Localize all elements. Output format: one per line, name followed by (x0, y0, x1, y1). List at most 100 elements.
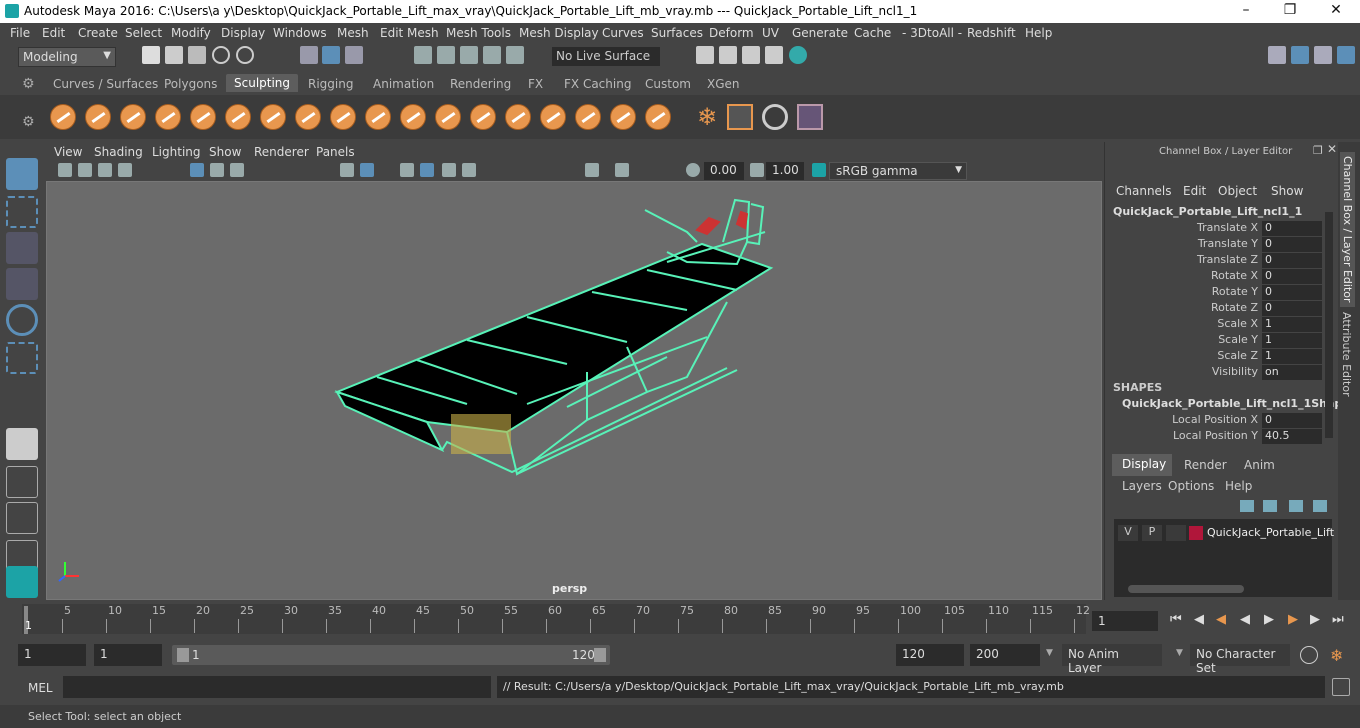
select-component-icon[interactable] (345, 46, 363, 64)
layer-type-toggle[interactable] (1166, 525, 1186, 541)
go-to-start-icon[interactable]: ⏮ (1170, 612, 1182, 627)
tab-polygons[interactable]: Polygons (164, 77, 217, 91)
wax-tool-icon[interactable] (400, 104, 426, 130)
menu-curves[interactable]: Curves (602, 26, 644, 40)
spray-tool-icon[interactable] (295, 104, 321, 130)
channel-value-scale-y[interactable]: 1 (1262, 333, 1322, 348)
foamy-tool-icon[interactable] (260, 104, 286, 130)
smooth-shade-icon[interactable] (360, 163, 374, 177)
menu-modify[interactable]: Modify (171, 26, 211, 40)
channel-label-translate-y[interactable]: Translate Y (1198, 237, 1258, 250)
sculpt-settings-icon[interactable] (727, 104, 753, 130)
script-language-label[interactable]: MEL (28, 681, 53, 695)
panel-menu-renderer[interactable]: Renderer (254, 145, 309, 159)
ipr-render-icon[interactable] (742, 46, 760, 64)
channel-value-rotate-y[interactable]: 0 (1262, 285, 1322, 300)
tab-fx-caching[interactable]: FX Caching (564, 77, 631, 91)
channel-label-rotate-z[interactable]: Rotate Z (1211, 301, 1258, 314)
menu-help[interactable]: Help (1025, 26, 1052, 40)
scale-tool-icon[interactable] (6, 342, 38, 374)
new-layer-selected-icon[interactable] (1313, 500, 1327, 512)
edit-menu[interactable]: Edit (1183, 184, 1206, 198)
snap-view-icon[interactable] (483, 46, 501, 64)
gamma-icon[interactable] (750, 163, 764, 177)
object-menu[interactable]: Object (1218, 184, 1257, 198)
modeling-toolkit-icon[interactable] (1291, 46, 1309, 64)
open-scene-icon[interactable] (165, 46, 183, 64)
layer-color-swatch[interactable] (1189, 526, 1203, 540)
menu-surfaces[interactable]: Surfaces (651, 26, 703, 40)
lasso-tool-icon[interactable] (6, 196, 38, 228)
anim-layer-dropdown[interactable]: No Anim Layer (1062, 644, 1162, 675)
range-slider-end-handle[interactable] (594, 648, 606, 662)
menu-create[interactable]: Create (78, 26, 118, 40)
close-panel-icon[interactable]: ✕ (1327, 142, 1337, 156)
range-slider[interactable] (172, 645, 610, 665)
tab-fx[interactable]: FX (528, 77, 543, 91)
stamp-icon[interactable] (762, 104, 788, 130)
chevron-down-icon[interactable]: ▼ (1176, 648, 1183, 658)
fill-tool-icon[interactable] (470, 104, 496, 130)
hud-icon[interactable] (615, 163, 629, 177)
move-layer-up-icon[interactable] (1240, 500, 1254, 512)
snap-surface-icon[interactable] (506, 46, 524, 64)
shelf-options-gear-icon[interactable]: ⚙ (22, 114, 35, 130)
channel-label-rotate-y[interactable]: Rotate Y (1212, 285, 1258, 298)
attribute-editor-toggle-icon[interactable] (1314, 46, 1332, 64)
rotate-tool-icon[interactable] (6, 304, 38, 336)
move-tool-icon[interactable] (6, 268, 38, 300)
menu-windows[interactable]: Windows (273, 26, 327, 40)
menu-edit[interactable]: Edit (42, 26, 65, 40)
layer-name[interactable]: QuickJack_Portable_Lift (1207, 526, 1334, 539)
options-menu[interactable]: Options (1168, 479, 1214, 493)
render-view-icon[interactable] (696, 46, 714, 64)
smear-tool-icon[interactable] (540, 104, 566, 130)
channel-box-scrollbar[interactable] (1325, 212, 1333, 438)
channel-label-scale-z[interactable]: Scale Z (1217, 349, 1258, 362)
layer-playback-toggle[interactable]: P (1142, 525, 1162, 541)
menu-select[interactable]: Select (125, 26, 162, 40)
panel-menu-panels[interactable]: Panels (316, 145, 355, 159)
current-frame-field[interactable]: 1 (1092, 611, 1158, 631)
lights-icon[interactable] (442, 163, 456, 177)
layer-icon[interactable] (797, 104, 823, 130)
move-layer-down-icon[interactable] (1263, 500, 1277, 512)
repeat-tool-icon[interactable] (330, 104, 356, 130)
step-forward-frame-icon[interactable]: ▶ (1310, 612, 1320, 627)
snap-curve-icon[interactable] (437, 46, 455, 64)
exposure-field[interactable]: 0.00 (704, 162, 744, 180)
shadows-icon[interactable] (462, 163, 476, 177)
render-current-icon[interactable] (719, 46, 737, 64)
range-slider-start-handle[interactable] (177, 648, 189, 662)
minimize-button[interactable]: – (1226, 2, 1266, 18)
play-backward-icon[interactable]: ◀ (1240, 612, 1250, 627)
redo-icon[interactable] (236, 46, 254, 64)
tab-render[interactable]: Render (1184, 458, 1227, 472)
tab-display[interactable]: Display (1112, 454, 1172, 476)
textured-icon[interactable] (400, 163, 414, 177)
channel-value-rotate-z[interactable]: 0 (1262, 301, 1322, 316)
freeze-tool-icon[interactable] (645, 104, 671, 130)
shape-name[interactable]: QuickJack_Portable_Lift_ncl1_1Shape (1122, 397, 1350, 410)
single-perspective-layout-icon[interactable] (6, 428, 38, 460)
channel-label-translate-x[interactable]: Translate X (1197, 221, 1258, 234)
side-tab-channel-box[interactable]: Channel Box / Layer Editor (1340, 152, 1355, 307)
tab-rigging[interactable]: Rigging (308, 77, 353, 91)
snap-grid-icon[interactable] (414, 46, 432, 64)
select-object-icon[interactable] (322, 46, 340, 64)
flatten-tool-icon[interactable] (225, 104, 251, 130)
panel-menu-view[interactable]: View (54, 145, 82, 159)
resolution-gate-icon[interactable] (230, 163, 244, 177)
render-settings-icon[interactable] (765, 46, 783, 64)
channel-label-visibility[interactable]: Visibility (1212, 365, 1258, 378)
relax-tool-icon[interactable] (120, 104, 146, 130)
menu-mesh-display[interactable]: Mesh Display (519, 26, 599, 40)
bookmark-icon[interactable] (98, 163, 112, 177)
step-back-key-icon[interactable]: ◀ (1216, 612, 1226, 627)
channel-label-local-position-x[interactable]: Local Position X (1172, 413, 1258, 426)
layers-menu[interactable]: Layers (1122, 479, 1162, 493)
menu-mesh[interactable]: Mesh (337, 26, 369, 40)
workspace-icon[interactable] (1268, 46, 1286, 64)
menu-file[interactable]: File (10, 26, 30, 40)
four-view-layout-icon[interactable] (6, 466, 38, 498)
